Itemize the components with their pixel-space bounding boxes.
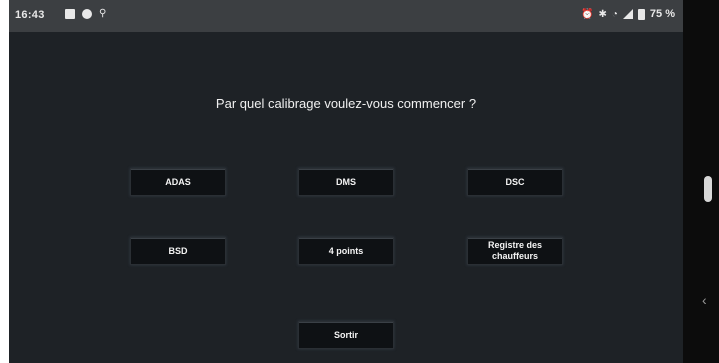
alarm-icon: ⏰ xyxy=(581,8,594,20)
wifi-icon: ◔ xyxy=(611,8,618,20)
battery-icon xyxy=(637,8,645,20)
scroll-handle[interactable] xyxy=(704,176,712,202)
status-time: 16:43 xyxy=(15,9,45,21)
bsd-button[interactable]: BSD xyxy=(130,237,226,265)
status-left-icons: ⚲ xyxy=(65,8,106,19)
app-screen: 16:43 ⚲ ⏰ ✱ ◔ 75 % Par quel calibrage vo… xyxy=(9,0,683,363)
dms-button[interactable]: DMS xyxy=(298,168,394,196)
four-points-button[interactable]: 4 points xyxy=(298,237,394,265)
image-icon xyxy=(65,8,75,19)
driver-registry-button[interactable]: Registre des chauffeurs xyxy=(467,237,563,265)
bluetooth-icon: ✱ xyxy=(598,8,607,20)
calibration-question: Par quel calibrage voulez-vous commencer… xyxy=(215,96,477,111)
dsc-button[interactable]: DSC xyxy=(467,168,563,196)
exit-button[interactable]: Sortir xyxy=(298,321,394,349)
side-nav-bar: ‹ xyxy=(683,0,719,363)
circle-icon xyxy=(82,8,92,19)
left-edge xyxy=(0,0,9,363)
network-icon: ⚲ xyxy=(99,8,107,19)
status-bar: 16:43 ⚲ ⏰ ✱ ◔ 75 % xyxy=(9,0,683,32)
chevron-left-icon[interactable]: ‹ xyxy=(702,292,707,308)
battery-percent: 75 % xyxy=(649,8,675,20)
status-right-icons: ⏰ ✱ ◔ 75 % xyxy=(581,8,675,20)
adas-button[interactable]: ADAS xyxy=(130,168,226,196)
signal-icon xyxy=(622,9,633,19)
